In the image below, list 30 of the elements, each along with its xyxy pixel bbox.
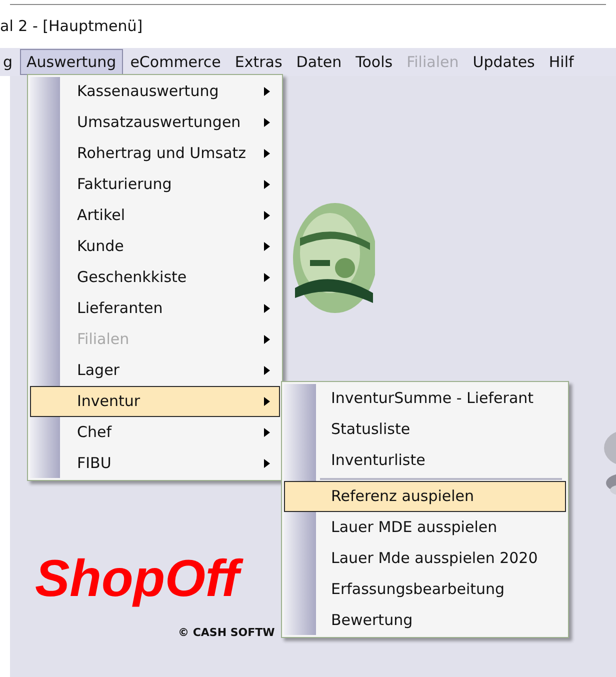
menu-item[interactable]: Referenz auspielen (284, 481, 566, 512)
menu-item[interactable]: Inventur (30, 386, 280, 417)
menu-bar-item[interactable]: Auswertung (20, 49, 124, 75)
menu-item[interactable]: Bewertung (284, 605, 566, 636)
menu-item[interactable]: InventurSumme - Lieferant (284, 383, 566, 414)
window-title: al 2 - [Hauptmenü] (0, 16, 143, 38)
menu-item[interactable]: Statusliste (284, 414, 566, 445)
menu-item[interactable]: Inventurliste (284, 445, 566, 476)
menu-item[interactable]: Chef (30, 417, 280, 448)
menu-item[interactable]: FIBU (30, 448, 280, 479)
copyright-text: © CASH SOFTW (178, 625, 275, 641)
menu-item[interactable]: Erfassungsbearbeitung (284, 574, 566, 605)
menu-bar-item[interactable]: Tools (348, 49, 400, 75)
menu-item[interactable]: Rohertrag und Umsatz (30, 138, 280, 169)
menu-item[interactable]: Kunde (30, 231, 280, 262)
menu-bar-item[interactable]: Hilf (542, 49, 581, 75)
menu-item[interactable]: Fakturierung (30, 169, 280, 200)
menu-item[interactable]: Lauer MDE ausspielen (284, 512, 566, 543)
menu-item[interactable]: Umsatzauswertungen (30, 107, 280, 138)
menu-item[interactable]: Kassenauswertung (30, 76, 280, 107)
menu-item[interactable]: Artikel (30, 200, 280, 231)
menu-item[interactable]: Geschenkkiste (30, 262, 280, 293)
menu-item[interactable]: Lager (30, 355, 280, 386)
menu-bar-item[interactable]: g (0, 49, 20, 75)
menu-item[interactable]: Lieferanten (30, 293, 280, 324)
menu-bar-item[interactable]: Updates (466, 49, 542, 75)
menu-bar-item[interactable]: Extras (228, 49, 290, 75)
menu-bar-item[interactable]: Daten (289, 49, 349, 75)
menu-bar-item[interactable]: eCommerce (123, 49, 228, 75)
menu-item[interactable]: Lauer Mde ausspielen 2020 (284, 543, 566, 574)
